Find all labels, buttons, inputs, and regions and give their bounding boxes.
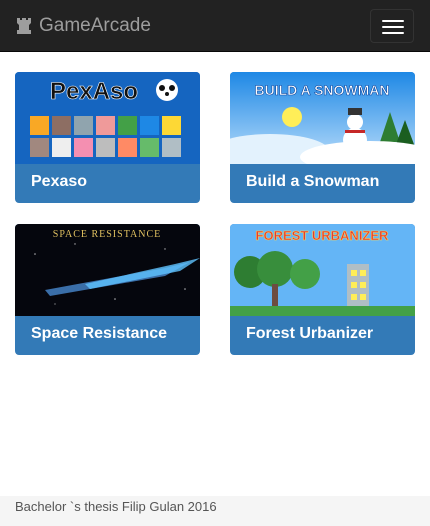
- game-card-forest-urbanizer[interactable]: FOREST URBANIZER Forest Urbanizer: [230, 224, 415, 355]
- forest-urbanizer-thumbnail: FOREST URBANIZER: [230, 224, 415, 316]
- game-card-pexaso[interactable]: PexAso Pexaso: [15, 72, 200, 203]
- navbar: GameArcade: [0, 0, 430, 52]
- menu-toggle-button[interactable]: [370, 9, 414, 43]
- svg-text:FOREST URBANIZER: FOREST URBANIZER: [256, 228, 390, 243]
- game-card-space-resistance[interactable]: SPACE RESISTANCE Space Resistance: [15, 224, 200, 355]
- game-title: Pexaso: [31, 173, 88, 190]
- build-a-snowman-thumbnail: BUILD A SNOWMAN: [230, 72, 415, 164]
- svg-text:PexAso: PexAso: [50, 78, 138, 105]
- game-title: Space Resistance: [31, 325, 168, 342]
- svg-text:SPACE RESISTANCE: SPACE RESISTANCE: [53, 229, 161, 240]
- space-resistance-thumbnail: SPACE RESISTANCE: [15, 224, 200, 316]
- footer-text: Bachelor `s thesis Filip Gulan 2016: [15, 499, 217, 514]
- game-card-build-a-snowman[interactable]: BUILD A SNOWMAN Build a Snowman: [230, 72, 415, 203]
- hamburger-menu-icon: [382, 20, 404, 22]
- footer: Bachelor `s thesis Filip Gulan 2016: [0, 496, 430, 526]
- pexaso-thumbnail: PexAso: [15, 72, 200, 164]
- game-title: Forest Urbanizer: [246, 325, 374, 342]
- brand-link[interactable]: GameArcade: [15, 13, 151, 39]
- svg-text:BUILD A SNOWMAN: BUILD A SNOWMAN: [254, 82, 389, 98]
- game-title: Build a Snowman: [246, 173, 380, 190]
- brand-name: GameArcade: [39, 15, 151, 36]
- rook-icon: [17, 18, 31, 34]
